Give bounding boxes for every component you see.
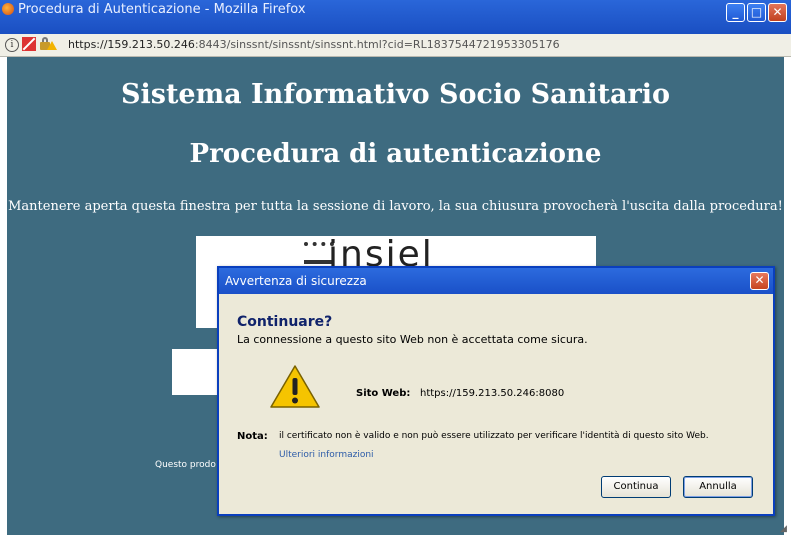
site-label: Sito Web:	[356, 388, 411, 399]
site-url: https://159.213.50.246:8080	[420, 388, 565, 399]
url-text[interactable]: https://159.213.50.246:8443/sinssnt/sins…	[68, 38, 560, 51]
dialog-title: Avvertenza di sicurezza	[225, 274, 367, 288]
dialog-close-button[interactable]: ✕	[750, 272, 769, 290]
resize-grip-icon[interactable]: ◢	[780, 524, 787, 534]
blocked-content-icon[interactable]	[22, 37, 36, 51]
page-title: Sistema Informativo Socio Sanitario	[120, 79, 671, 110]
dialog-heading: Continuare?	[237, 314, 333, 330]
address-bar: i https://159.213.50.246:8443/sinssnt/si…	[0, 34, 791, 57]
more-info-link[interactable]: Ulteriori informazioni	[279, 450, 374, 460]
window-titlebar: Procedura di Autenticazione - Mozilla Fi…	[0, 0, 791, 34]
maximize-button[interactable]: □	[747, 3, 766, 22]
warning-icon	[270, 365, 320, 408]
note-label: Nota:	[237, 431, 268, 442]
url-host: https://159.213.50.246	[68, 38, 195, 51]
window-close-button[interactable]: ✕	[768, 3, 787, 22]
session-notice: Mantenere aperta questa finestra per tut…	[8, 199, 783, 214]
cancel-button[interactable]: Annulla	[683, 476, 753, 498]
security-warning-icon	[47, 41, 57, 50]
continue-button[interactable]: Continua	[601, 476, 671, 498]
page-subtitle: Procedura di autenticazione	[189, 139, 602, 169]
url-path: :8443/sinssnt/sinssnt/sinssnt.html?cid=R…	[194, 38, 560, 51]
footer-text: Questo prodo	[155, 460, 216, 470]
window-title: Procedura di Autenticazione - Mozilla Fi…	[18, 2, 306, 17]
firefox-icon	[2, 3, 14, 15]
dialog-subheading: La connessione a questo sito Web non è a…	[237, 333, 588, 346]
dialog-titlebar: Avvertenza di sicurezza ✕	[219, 268, 773, 294]
security-warning-dialog: Avvertenza di sicurezza ✕ Continuare? La…	[217, 266, 775, 516]
login-panel-fragment	[172, 349, 220, 395]
note-text: il certificato non è valido e non può es…	[279, 431, 709, 441]
minimize-button[interactable]: _	[726, 3, 745, 22]
info-icon[interactable]: i	[5, 38, 19, 52]
